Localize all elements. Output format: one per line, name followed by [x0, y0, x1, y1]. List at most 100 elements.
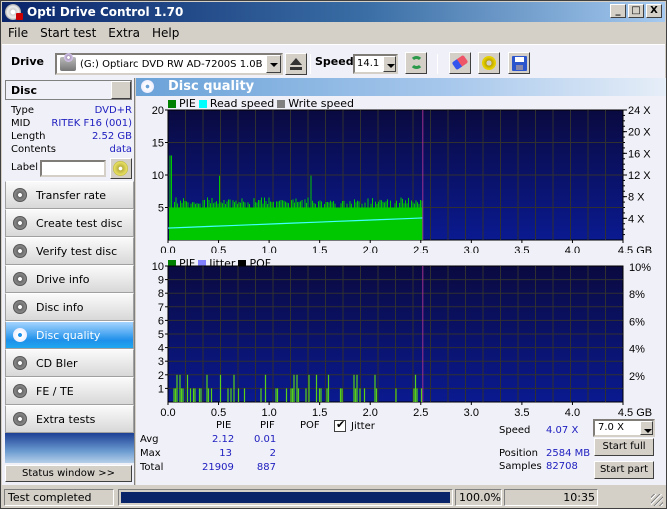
progress-bar [118, 489, 453, 506]
y-tick-label: 10 [152, 261, 164, 273]
nav-label: CD Bler [36, 356, 78, 370]
nav-verify-test-disc[interactable]: Verify test disc [5, 237, 134, 265]
disc-icon [13, 328, 27, 342]
drive-select[interactable]: (G:) Optiarc DVD RW AD-7200S 1.0B [55, 53, 283, 75]
nav-disc-quality[interactable]: Disc quality [5, 321, 134, 349]
y2-tick-label: 8% [629, 289, 645, 301]
label-input[interactable] [40, 160, 106, 177]
progress-fill [121, 492, 450, 503]
window-title: Opti Drive Control 1.70 [27, 5, 184, 19]
nav-cd-bler[interactable]: CD Bler [5, 349, 134, 377]
nav-transfer-rate[interactable]: Transfer rate [5, 181, 134, 209]
progress-text: 100.0% [455, 489, 502, 506]
jitter-checkbox[interactable] [334, 418, 346, 432]
menu-extra[interactable]: Extra [102, 26, 146, 40]
disc-mid-label: MID [11, 118, 31, 129]
close-button[interactable]: X [646, 4, 662, 18]
save-icon [512, 56, 527, 71]
label-field-label: Label [11, 162, 38, 173]
save-button[interactable] [508, 52, 530, 74]
total-pie: 21909 [202, 462, 234, 473]
nav-create-test-disc[interactable]: Create test disc [5, 209, 134, 237]
nav-drive-info[interactable]: Drive info [5, 265, 134, 293]
y2-tick-label: 12 X [628, 170, 651, 182]
x-tick-label: 0.5 [211, 407, 226, 418]
disc-icon [13, 216, 27, 230]
x-tick-label: 4.5 GB [618, 407, 652, 418]
erase-button[interactable] [449, 52, 471, 74]
nav-disc-info[interactable]: Disc info [5, 293, 134, 321]
y2-tick-label: 24 X [628, 105, 651, 117]
menu-start-test[interactable]: Start test [34, 26, 102, 40]
x-tick-label: 2.0 [363, 407, 378, 418]
disc-length-row: Length 2.52 GB [11, 131, 132, 142]
gear-icon [482, 56, 496, 70]
samples-label: Samples [499, 461, 542, 472]
speed-stat-label: Speed [499, 425, 531, 436]
disc-icon [13, 300, 27, 314]
chevron-down-icon[interactable] [383, 56, 396, 72]
chevron-down-icon[interactable] [640, 421, 653, 435]
disc-header-button[interactable] [111, 81, 131, 99]
col-pof: POF [300, 420, 320, 431]
disc-label-button[interactable] [110, 158, 132, 179]
x-tick-label: 3.0 [464, 407, 479, 418]
nav-extra-tests[interactable]: Extra tests [5, 405, 134, 433]
speed-select[interactable]: 14.1 X [353, 54, 398, 74]
avg-pie: 2.12 [212, 434, 235, 445]
nav-fe-te[interactable]: FE / TE [5, 377, 134, 405]
x-tick-label: 1.5 [312, 407, 327, 418]
disc-type-row: Type DVD+R [11, 105, 132, 116]
minimize-button[interactable]: _ [610, 4, 626, 18]
y-tick-label: 1 [158, 383, 164, 395]
toolbar-separator [437, 54, 438, 74]
disc-icon [13, 356, 27, 370]
settings-button[interactable] [478, 52, 500, 74]
drive-icon [13, 272, 27, 286]
nav-label: Extra tests [36, 412, 96, 426]
start-full-button[interactable]: Start full [594, 438, 654, 456]
nav-label: Transfer rate [36, 188, 107, 202]
y2-tick-label: 6% [629, 316, 645, 328]
status-window-button[interactable]: Status window >> [5, 465, 132, 482]
disc-mid-value: RITEK F16 (001) [51, 118, 132, 129]
total-pif: 887 [256, 462, 276, 473]
disc-length-label: Length [11, 131, 46, 142]
position-value: 2584 MB [546, 448, 591, 459]
max-pie: 13 [219, 448, 232, 459]
drive-value: (G:) Optiarc DVD RW AD-7200S 1.0B [80, 58, 263, 70]
maximize-button[interactable]: □ [628, 4, 644, 18]
y2-tick-label: 16 X [628, 148, 651, 160]
eject-button[interactable] [285, 53, 307, 75]
y-tick-label: 20 [152, 105, 164, 117]
samples-value: 82708 [546, 461, 578, 472]
test-speed-select[interactable]: 7.0 X [593, 419, 655, 437]
jitter-label: Jitter [351, 421, 375, 432]
chevron-down-icon[interactable] [266, 55, 281, 73]
disc-icon [13, 244, 27, 258]
x-tick-label: 3.5 [514, 407, 529, 418]
y-tick-label: 5 [158, 329, 164, 341]
nav-menu: Transfer rate Create test disc Verify te… [5, 181, 134, 463]
toolbar: Drive (G:) Optiarc DVD RW AD-7200S 1.0B … [2, 44, 665, 78]
menu-file[interactable]: File [2, 26, 34, 40]
x-tick-label: 1.0 [261, 407, 276, 418]
y2-tick-label: 4% [629, 344, 645, 356]
x-tick-label: 4.0 [565, 407, 580, 418]
drive-icon [60, 53, 76, 71]
menu-bar: File Start test Extra Help [2, 23, 185, 42]
refresh-button[interactable] [405, 52, 427, 74]
menu-help[interactable]: Help [146, 26, 185, 40]
speed-label: Speed [315, 55, 354, 68]
x-tick-label: 0.0 [160, 407, 175, 418]
time-display: 10:35 [504, 489, 598, 506]
avg-label: Avg [140, 434, 159, 445]
max-pif: 2 [269, 448, 276, 459]
pie-bar-base [169, 207, 423, 240]
y-tick-label: 2 [158, 370, 164, 382]
resize-grip[interactable] [651, 494, 663, 506]
disc-quality-panel: Disc quality PIE Read speed Write speed … [136, 78, 666, 485]
start-part-button[interactable]: Start part [594, 461, 654, 479]
x-tick-label: 2.5 [413, 407, 428, 418]
y-tick-label: 7 [158, 302, 164, 314]
